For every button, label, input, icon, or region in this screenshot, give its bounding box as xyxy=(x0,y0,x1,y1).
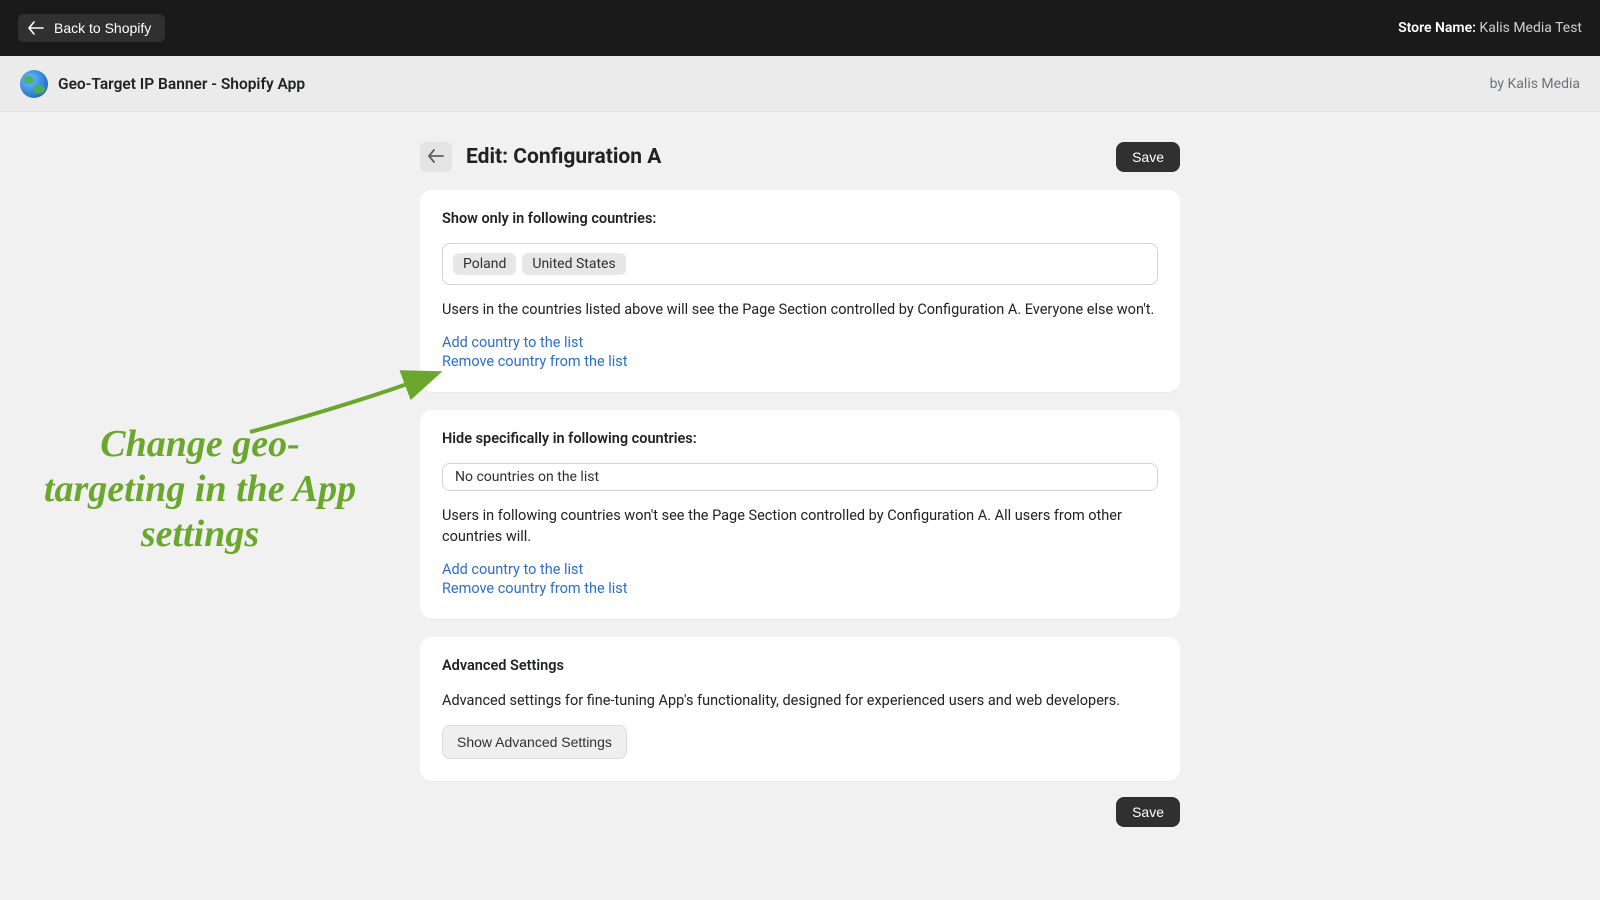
back-button[interactable] xyxy=(420,142,452,172)
globe-icon xyxy=(20,70,48,98)
add-country-link[interactable]: Add country to the list xyxy=(442,561,1158,578)
topbar: Back to Shopify Store Name: Kalis Media … xyxy=(0,0,1600,56)
back-label: Back to Shopify xyxy=(54,20,151,36)
arrow-left-icon xyxy=(28,21,44,35)
show-countries-heading: Show only in following countries: xyxy=(442,210,1158,227)
hide-countries-help: Users in following countries won't see t… xyxy=(442,505,1158,547)
hide-countries-heading: Hide specifically in following countries… xyxy=(442,430,1158,447)
hide-countries-input[interactable]: No countries on the list xyxy=(442,463,1158,491)
store-name-label: Store Name: xyxy=(1398,20,1476,36)
show-advanced-button[interactable]: Show Advanced Settings xyxy=(442,725,627,759)
remove-country-link[interactable]: Remove country from the list xyxy=(442,353,1158,370)
callout-annotation: Change geo-targeting in the App settings xyxy=(30,422,370,556)
add-country-link[interactable]: Add country to the list xyxy=(442,334,1158,351)
advanced-heading: Advanced Settings xyxy=(442,657,1158,674)
save-button[interactable]: Save xyxy=(1116,142,1180,172)
show-countries-card: Show only in following countries: Poland… xyxy=(420,190,1180,392)
app-title: Geo-Target IP Banner - Shopify App xyxy=(58,75,305,93)
country-tag[interactable]: Poland xyxy=(453,253,516,275)
show-countries-input[interactable]: Poland United States xyxy=(442,243,1158,285)
country-tag[interactable]: United States xyxy=(522,253,625,275)
store-name: Store Name: Kalis Media Test xyxy=(1398,20,1582,36)
remove-country-link[interactable]: Remove country from the list xyxy=(442,580,1158,597)
store-name-value: Kalis Media Test xyxy=(1479,20,1582,36)
save-button-footer[interactable]: Save xyxy=(1116,797,1180,827)
appbar: Geo-Target IP Banner - Shopify App by Ka… xyxy=(0,56,1600,112)
page-header: Edit: Configuration A Save xyxy=(420,142,1180,172)
advanced-help: Advanced settings for fine-tuning App's … xyxy=(442,690,1158,711)
app-author: by Kalis Media xyxy=(1490,76,1580,92)
show-countries-help: Users in the countries listed above will… xyxy=(442,299,1158,320)
page-title: Edit: Configuration A xyxy=(466,145,661,169)
hide-countries-card: Hide specifically in following countries… xyxy=(420,410,1180,619)
advanced-settings-card: Advanced Settings Advanced settings for … xyxy=(420,637,1180,781)
back-to-shopify-button[interactable]: Back to Shopify xyxy=(18,14,165,42)
arrow-left-icon xyxy=(428,149,444,166)
